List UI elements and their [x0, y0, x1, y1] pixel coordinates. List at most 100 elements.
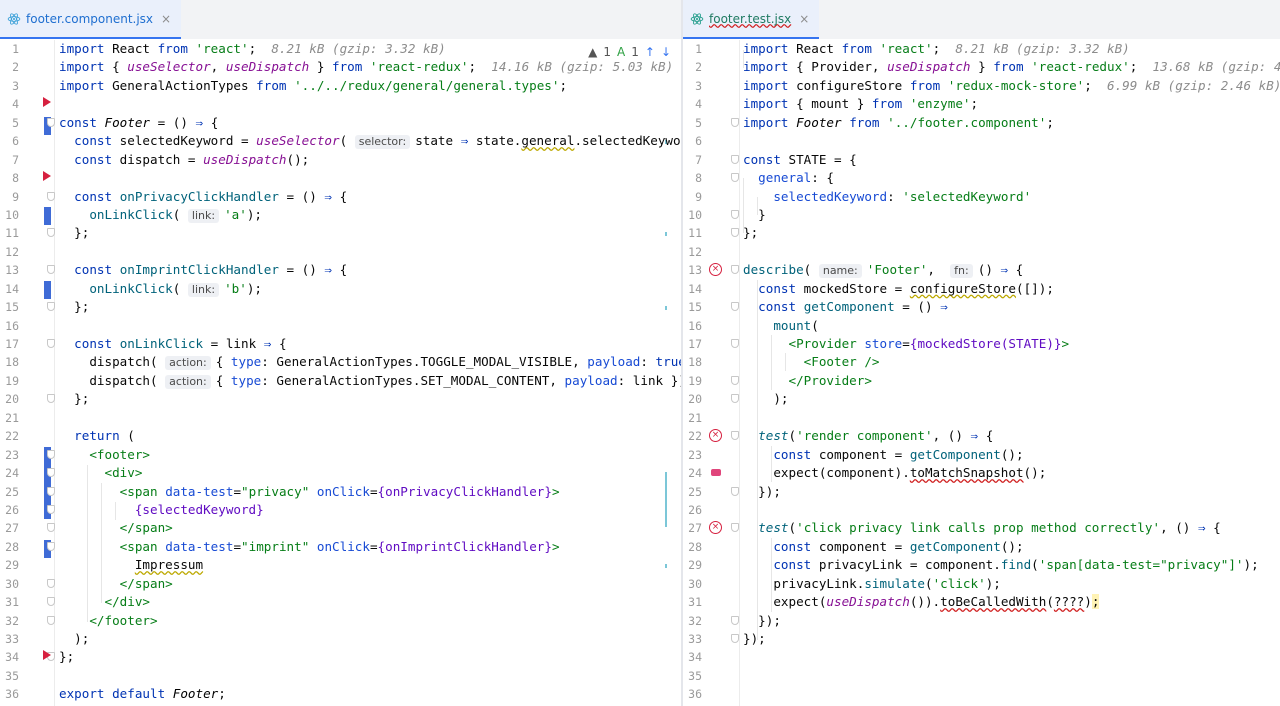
code-line[interactable]: 34};	[0, 648, 681, 666]
code-line[interactable]: 7 const STATE = {	[683, 151, 1280, 169]
close-icon[interactable]: ×	[161, 12, 171, 26]
fold-icon[interactable]	[731, 173, 739, 183]
fold-icon[interactable]	[47, 191, 55, 201]
code-line[interactable]: 2 import { Provider, useDispatch } from '…	[683, 58, 1280, 76]
code-line[interactable]: 21	[0, 409, 681, 427]
fold-icon[interactable]	[731, 634, 739, 643]
code-line[interactable]: 12	[683, 243, 1280, 261]
fold-icon[interactable]	[731, 154, 739, 164]
fold-icon[interactable]	[47, 615, 55, 625]
code-lines[interactable]: 1 import React from 'react'; 8.21 kB (gzi…	[0, 40, 681, 704]
code-line[interactable]: 36	[683, 685, 1280, 703]
code-line[interactable]: 27 </span>	[0, 519, 681, 537]
fold-icon[interactable]	[47, 302, 55, 312]
code-line[interactable]: 2 import { useSelector, useDispatch } fro…	[0, 58, 681, 76]
fold-icon[interactable]	[47, 504, 55, 514]
breakpoint-icon[interactable]	[43, 97, 51, 108]
code-line[interactable]: 30 </span>	[0, 575, 681, 593]
code-line[interactable]: 17 const onLinkClick = link ⇒ {	[0, 335, 681, 353]
code-line[interactable]: 1 import React from 'react'; 8.21 kB (gzi…	[683, 40, 1280, 58]
code-line[interactable]: 11};	[683, 224, 1280, 242]
code-line[interactable]: 31 </div>	[0, 593, 681, 611]
code-line[interactable]: 5 const Footer = () ⇒ {	[0, 114, 681, 132]
code-line[interactable]: 21	[683, 409, 1280, 427]
fold-icon[interactable]	[47, 265, 55, 275]
code-line[interactable]: 23 <footer>	[0, 446, 681, 464]
code-line[interactable]: 16	[0, 317, 681, 335]
code-line[interactable]: 35	[683, 667, 1280, 685]
code-line[interactable]: 10 }	[683, 206, 1280, 224]
code-lines[interactable]: 1 import React from 'react'; 8.21 kB (gzi…	[683, 40, 1280, 704]
code-line[interactable]: 8	[0, 169, 681, 187]
code-line[interactable]: 22 return (	[0, 427, 681, 445]
code-line[interactable]: 28 <span data-test="imprint" onClick={on…	[0, 538, 681, 556]
code-line[interactable]: 13 const onImprintClickHandler = () ⇒ {	[0, 261, 681, 279]
tab-footer-component[interactable]: footer.component.jsx ×	[0, 0, 182, 39]
fold-icon[interactable]	[47, 117, 55, 127]
code-line[interactable]: 19 dispatch( action:{ type: GeneralActio…	[0, 372, 681, 390]
code-line[interactable]: 5 import Footer from '../footer.component…	[683, 114, 1280, 132]
fold-icon[interactable]	[731, 375, 739, 385]
code-line[interactable]: 19 </Provider>	[683, 372, 1280, 390]
code-line[interactable]: 25 });	[683, 483, 1280, 501]
code-line[interactable]: 26	[683, 501, 1280, 519]
code-line[interactable]: 33});	[683, 630, 1280, 648]
fold-icon[interactable]	[47, 486, 55, 496]
code-line[interactable]: 10 onLinkClick( link:'a');	[0, 206, 681, 224]
code-line[interactable]: 23 const component = getComponent();	[683, 446, 1280, 464]
code-line[interactable]: 25 <span data-test="privacy" onClick={on…	[0, 483, 681, 501]
fold-icon[interactable]	[731, 228, 739, 238]
fold-icon[interactable]	[731, 339, 739, 348]
snapshot-icon[interactable]	[711, 469, 721, 477]
code-line[interactable]: 24 expect(component).toMatchSnapshot();	[683, 464, 1280, 482]
fold-icon[interactable]	[47, 578, 55, 588]
code-line[interactable]: 4 import { mount } from 'enzyme';	[683, 95, 1280, 113]
code-line[interactable]: 14 onLinkClick( link:'b');	[0, 280, 681, 298]
code-line[interactable]: 30 privacyLink.simulate('click');	[683, 575, 1280, 593]
fold-icon[interactable]	[731, 523, 739, 533]
fold-icon[interactable]	[47, 449, 55, 459]
breakpoint-icon[interactable]	[43, 171, 51, 182]
code-line[interactable]: 24 <div>	[0, 464, 681, 482]
code-line[interactable]: 22 × test('render component', () ⇒ {	[683, 427, 1280, 445]
fold-icon[interactable]	[731, 117, 739, 127]
code-line[interactable]: 28 const component = getComponent();	[683, 538, 1280, 556]
fold-icon[interactable]	[47, 228, 55, 238]
code-line[interactable]: 3 import GeneralActionTypes from '../../r…	[0, 77, 681, 95]
fold-icon[interactable]	[731, 265, 739, 275]
fold-icon[interactable]	[731, 615, 739, 625]
code-line[interactable]: 13 × describe( name: 'Footer', fn:() ⇒ {	[683, 261, 1280, 279]
code-line[interactable]: 31 expect(useDispatch()).toBeCalledWith(…	[683, 593, 1280, 611]
code-line[interactable]: 20 );	[683, 390, 1280, 408]
code-line[interactable]: 34	[683, 648, 1280, 666]
code-line[interactable]: 33 );	[0, 630, 681, 648]
fold-icon[interactable]	[47, 468, 55, 478]
fold-icon[interactable]	[47, 339, 55, 348]
editor-footer-test[interactable]: footer.test.jsx × 1 import React from 're…	[683, 0, 1280, 706]
test-failed-icon[interactable]: ×	[709, 429, 722, 443]
code-line[interactable]: 7 const dispatch = useDispatch();	[0, 151, 681, 169]
fold-icon[interactable]	[731, 302, 739, 312]
code-line[interactable]: 4	[0, 95, 681, 113]
test-failed-icon[interactable]: ×	[709, 263, 722, 277]
fold-icon[interactable]	[731, 209, 739, 219]
code-line[interactable]: 14 const mockedStore = configureStore([]…	[683, 280, 1280, 298]
fold-icon[interactable]	[731, 431, 739, 441]
fold-icon[interactable]	[47, 541, 55, 551]
code-line[interactable]: 18 dispatch( action:{ type: GeneralActio…	[0, 353, 681, 371]
fold-icon[interactable]	[731, 486, 739, 496]
code-line[interactable]: 6 const selectedKeyword = useSelector( s…	[0, 132, 681, 150]
code-line[interactable]: 36 export default Footer;	[0, 685, 681, 703]
code-line[interactable]: 11 };	[0, 224, 681, 242]
tab-footer-test[interactable]: footer.test.jsx ×	[683, 0, 820, 39]
code-line[interactable]: 26 {selectedKeyword}	[0, 501, 681, 519]
code-line[interactable]: 6	[683, 132, 1280, 150]
breakpoint-icon[interactable]	[43, 650, 51, 661]
close-icon[interactable]: ×	[799, 12, 809, 26]
code-line[interactable]: 18 <Footer />	[683, 353, 1280, 371]
code-line[interactable]: 27 × test('click privacy link calls prop …	[683, 519, 1280, 537]
code-line[interactable]: 29 Impressum	[0, 556, 681, 574]
code-line[interactable]: 8 general: {	[683, 169, 1280, 187]
code-line[interactable]: 20 };	[0, 390, 681, 408]
code-line[interactable]: 3 import configureStore from 'redux-mock-…	[683, 77, 1280, 95]
